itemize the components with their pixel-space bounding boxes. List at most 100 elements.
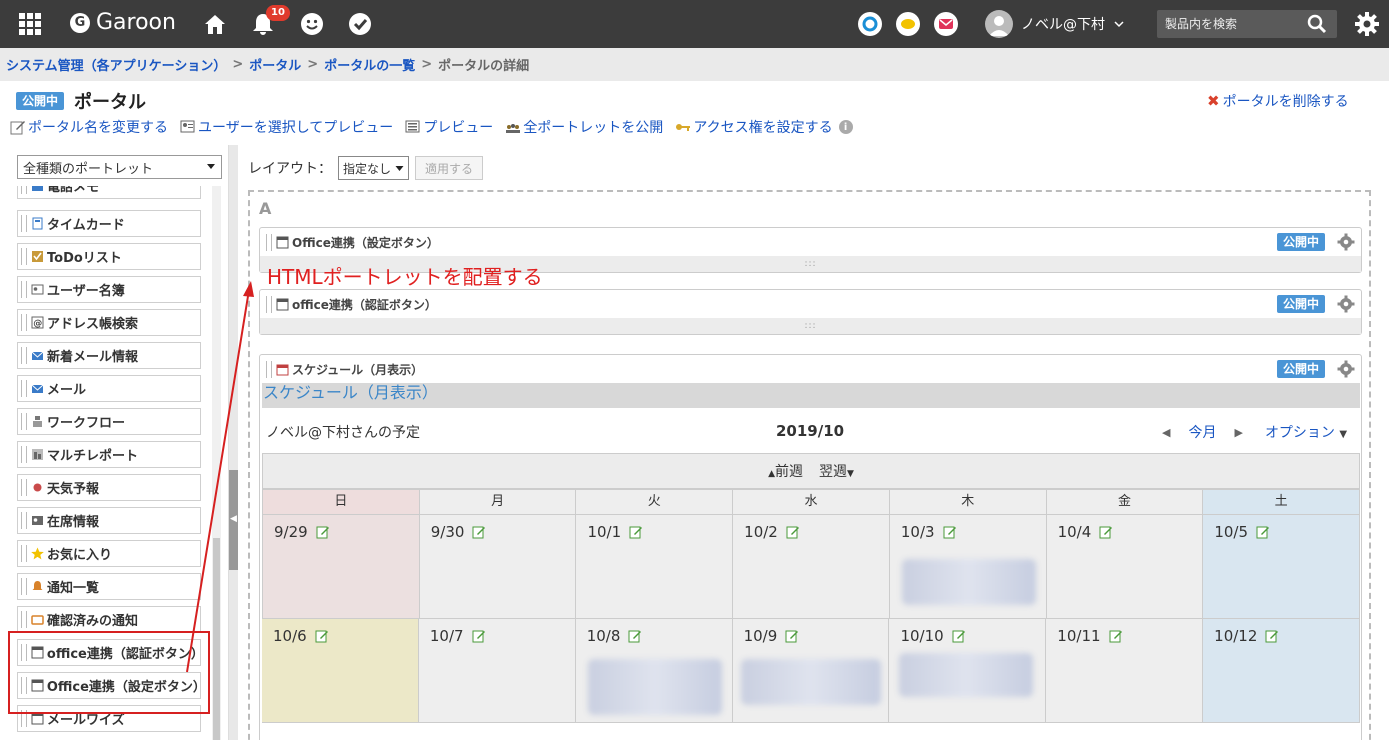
delete-portal-link[interactable]: ✖ ポータルを削除する xyxy=(1207,91,1349,111)
schedule-heading: スケジュール（月表示） xyxy=(262,383,1360,408)
smiley-icon[interactable] xyxy=(299,11,325,37)
calendar-day-today[interactable]: 10/6 xyxy=(262,619,419,723)
status-badge: 公開中 xyxy=(1276,360,1325,378)
list-item[interactable]: 在席情報 xyxy=(17,507,201,534)
list-item[interactable]: マルチレポート xyxy=(17,441,201,468)
list-item[interactable]: タイムカード xyxy=(17,210,201,237)
add-event-icon[interactable] xyxy=(1109,629,1123,643)
todo-icon xyxy=(32,251,43,262)
calendar-day[interactable]: 10/5 xyxy=(1203,515,1361,619)
user-menu[interactable]: ノベル@下村 xyxy=(985,10,1125,38)
chevron-down-icon xyxy=(207,164,215,169)
calendar-day[interactable]: 10/4 xyxy=(1046,515,1204,619)
portlet-title: Office連携（設定ボタン） xyxy=(292,235,439,250)
office-app-icon[interactable] xyxy=(858,12,882,36)
highlight-box xyxy=(8,631,210,714)
list-item[interactable]: 通知一覧 xyxy=(17,573,201,600)
add-event-icon[interactable] xyxy=(1256,525,1270,539)
drag-handle[interactable] xyxy=(266,360,272,378)
calendar-day[interactable]: 10/1 xyxy=(576,515,734,619)
mail-app-icon[interactable] xyxy=(934,12,958,36)
phone-memo-icon xyxy=(32,186,43,191)
add-event-icon[interactable] xyxy=(628,629,642,643)
next-week-link[interactable]: 翌週▼ xyxy=(819,461,854,481)
publish-all-link[interactable]: 全ポートレットを公開 xyxy=(505,117,663,137)
search-box xyxy=(1157,10,1337,38)
add-event-icon[interactable] xyxy=(785,629,799,643)
list-item[interactable]: @ アドレス帳検索 xyxy=(17,309,201,336)
add-event-icon[interactable] xyxy=(315,629,329,643)
add-event-icon[interactable] xyxy=(472,629,486,643)
prev-month-icon[interactable]: ◀ xyxy=(1162,426,1170,439)
check-bubble-icon[interactable] xyxy=(347,11,373,37)
list-item[interactable]: お気に入り xyxy=(17,540,201,567)
gear-icon[interactable] xyxy=(1337,233,1355,251)
calendar-day[interactable]: 10/7 xyxy=(418,619,576,723)
gear-icon[interactable] xyxy=(1337,360,1355,378)
weekday-label: 木 xyxy=(889,489,1047,515)
list-item[interactable]: 確認済みの通知 xyxy=(17,606,201,633)
garoon-logo[interactable]: G Garoon xyxy=(70,10,176,35)
chat-app-icon[interactable] xyxy=(896,12,920,36)
calendar-day[interactable]: 10/9 xyxy=(732,619,890,723)
calendar-day[interactable]: 10/12 xyxy=(1203,619,1361,723)
calendar-day[interactable]: 10/3 xyxy=(889,515,1047,619)
add-event-icon[interactable] xyxy=(952,629,966,643)
search-input[interactable] xyxy=(1157,17,1307,31)
presence-icon xyxy=(32,516,43,525)
list-item[interactable]: 天気予報 xyxy=(17,474,201,501)
delete-icon: ✖ xyxy=(1207,92,1220,110)
calendar-day[interactable]: 10/8 xyxy=(575,619,733,723)
search-icon[interactable] xyxy=(1307,14,1327,34)
breadcrumb-system-admin[interactable]: システム管理（各アプリケーション） xyxy=(6,55,226,74)
list-item[interactable]: ユーザー名簿 xyxy=(17,276,201,303)
prev-week-link[interactable]: ▲前週 xyxy=(768,461,803,481)
portlet-office-auth[interactable]: office連携（認証ボタン） 公開中 ::: xyxy=(259,289,1362,335)
list-item[interactable]: 電話メモ xyxy=(17,186,201,199)
list-item[interactable]: ToDoリスト xyxy=(17,243,201,270)
calendar-day[interactable]: 10/2 xyxy=(733,515,890,619)
options-link[interactable]: オプション ▼ xyxy=(1265,422,1347,442)
month-nav: ◀ 今月 ▶ オプション ▼ xyxy=(1162,422,1347,442)
apply-button[interactable]: 適用する xyxy=(415,156,484,180)
calendar-day[interactable]: 9/30 xyxy=(419,515,577,619)
add-event-icon[interactable] xyxy=(629,525,643,539)
add-event-icon[interactable] xyxy=(1265,629,1279,643)
access-rights-link[interactable]: アクセス権を設定する i xyxy=(675,117,853,137)
info-icon[interactable]: i xyxy=(838,120,853,134)
add-event-icon[interactable] xyxy=(472,525,486,539)
add-event-icon[interactable] xyxy=(786,525,800,539)
calendar-day[interactable]: 10/11 xyxy=(1046,619,1204,723)
next-month-icon[interactable]: ▶ xyxy=(1234,426,1242,439)
bell-icon xyxy=(32,581,43,590)
user-preview-icon xyxy=(180,120,195,133)
list-item[interactable]: ワークフロー xyxy=(17,408,201,435)
collapse-panel-handle[interactable]: ◀ xyxy=(229,470,238,570)
blurred-event xyxy=(899,653,1034,697)
drag-handle[interactable] xyxy=(266,295,272,313)
add-event-icon[interactable] xyxy=(316,525,330,539)
home-icon[interactable] xyxy=(202,11,228,37)
gear-icon[interactable] xyxy=(1337,295,1355,313)
resize-handle[interactable]: ::: xyxy=(260,318,1361,334)
layout-select[interactable]: 指定なし xyxy=(338,156,410,180)
add-event-icon[interactable] xyxy=(1099,525,1113,539)
calendar-day[interactable]: 10/10 xyxy=(889,619,1047,723)
app-menu-icon[interactable] xyxy=(18,12,42,36)
rename-portal-link[interactable]: ポータル名を変更する xyxy=(10,117,168,137)
preview-as-user-link[interactable]: ユーザーを選択してプレビュー xyxy=(180,117,393,137)
gear-icon[interactable] xyxy=(1354,11,1380,37)
preview-link[interactable]: プレビュー xyxy=(405,117,493,137)
breadcrumb-portal[interactable]: ポータル xyxy=(249,55,301,74)
add-event-icon[interactable] xyxy=(943,525,957,539)
list-item[interactable]: メール xyxy=(17,375,201,402)
layout-row: レイアウト： 指定なし 適用する xyxy=(248,156,484,180)
key-icon xyxy=(676,124,691,131)
drag-handle[interactable] xyxy=(266,233,272,251)
portlet-list-scroll-thumb[interactable] xyxy=(213,538,220,740)
portlet-type-select[interactable]: 全種類のポートレット xyxy=(17,155,222,179)
calendar-day[interactable]: 9/29 xyxy=(262,515,420,619)
breadcrumb-portal-list[interactable]: ポータルの一覧 xyxy=(324,55,415,74)
this-month-link[interactable]: 今月 xyxy=(1188,422,1216,442)
list-item[interactable]: 新着メール情報 xyxy=(17,342,201,369)
